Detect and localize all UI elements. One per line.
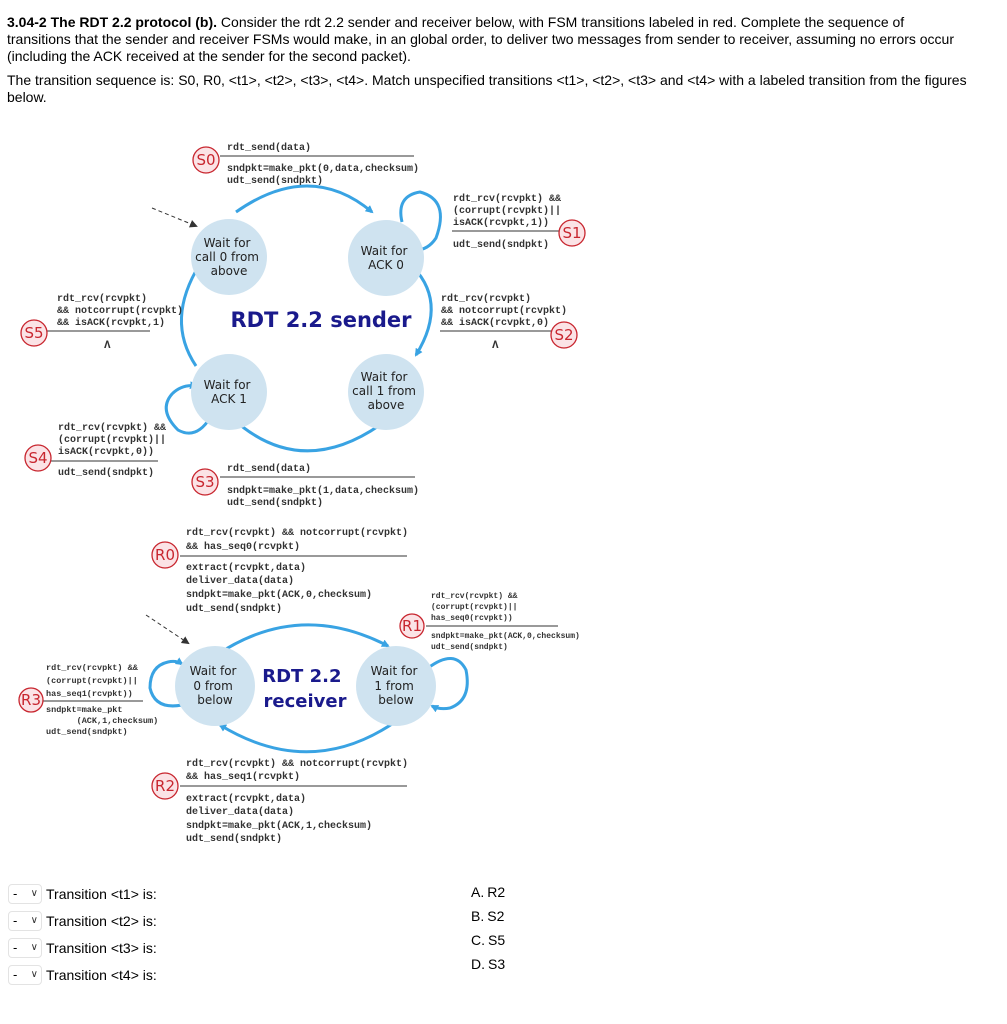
fsm-diagram: Wait for call 0 from above Wait for ACK …: [18, 142, 586, 845]
arc-r0: [217, 623, 390, 656]
sender-title: RDT 2.2 sender: [230, 308, 412, 332]
option-b: B. S2: [471, 904, 505, 928]
arc-s3: [230, 416, 381, 453]
svg-text:rdt_rcv(rcvpkt) &&(corrupt(rcv: rdt_rcv(rcvpkt) && (corrupt(rcvpkt)|| isAC…: [58, 422, 166, 458]
svg-text:rdt_rcv(rcvpkt) &&(corrupt(rcv: rdt_rcv(rcvpkt) && (corrupt(rcvpkt)|| has_…: [46, 663, 139, 699]
option-d: D. S3: [471, 952, 505, 976]
answer-select-t4[interactable]: - ∨: [8, 964, 42, 985]
arc-s5: [179, 262, 202, 367]
svg-text:sndpkt=make_pkt(ACK,0,checksum: sndpkt=make_pkt(ACK,0,checksum) udt_send(…: [431, 632, 580, 652]
answer-label-t1: Transition <t1> is:: [46, 885, 157, 902]
receiver-fsm: Wait for 0 from below Wait for 1 from be…: [18, 527, 580, 845]
select-value: -: [13, 913, 18, 928]
svg-text:udt_send(sndpkt): udt_send(sndpkt): [453, 239, 549, 251]
transition-r1: rdt_rcv(rcvpkt) && (corrupt(rcvpkt)|| has_…: [399, 592, 580, 652]
transition-s1: rdt_rcv(rcvpkt) && (corrupt(rcvpkt)|| isAC…: [452, 193, 586, 251]
receiver-title: RDT 2.2 receiver: [262, 666, 348, 712]
option-value: R2: [487, 884, 506, 900]
transition-r2: rdt_rcv(rcvpkt) && notcorrupt(rcvpkt) && …: [151, 758, 408, 845]
option-c: C. S5: [471, 928, 505, 952]
label-r3: R3: [21, 691, 41, 709]
state-wait-ack1-label: Wait for ACK 1: [204, 378, 255, 406]
state-wait-1-label: Wait for 1 from below: [371, 664, 422, 707]
transition-r0: rdt_rcv(rcvpkt) && notcorrupt(rcvpkt) && …: [151, 527, 408, 615]
answer-row-t2: - ∨ Transition <t2> is:: [8, 907, 157, 934]
svg-text:udt_send(sndpkt): udt_send(sndpkt): [58, 467, 154, 479]
svg-text:rdt_rcv(rcvpkt) &&(corrupt(rcv: rdt_rcv(rcvpkt) && (corrupt(rcvpkt)|| has_…: [431, 592, 518, 623]
option-value: S5: [488, 932, 506, 948]
initial-arrow-sender: [151, 207, 198, 228]
select-value: -: [13, 886, 18, 901]
transition-s0: S0 rdt_send(data) sndpkt=make_pkt(0,data…: [192, 142, 419, 187]
svg-text:Λ: Λ: [104, 340, 111, 352]
option-letter: B.: [471, 908, 485, 924]
svg-text:rdt_rcv(rcvpkt)&& notcorrupt(r: rdt_rcv(rcvpkt) && notcorrupt(rcvpkt) && i…: [441, 293, 567, 329]
chevron-down-icon: ∨: [30, 888, 38, 899]
option-letter: C.: [471, 932, 485, 948]
svg-text:extract(rcvpkt,data)deliver_da: extract(rcvpkt,data) deliver_data(data) sn…: [186, 793, 372, 845]
sender-fsm: Wait for call 0 from above Wait for ACK …: [20, 142, 586, 509]
label-s2: S2: [554, 326, 573, 344]
chevron-down-icon: ∨: [30, 942, 38, 953]
svg-text:extract(rcvpkt,data)deliver_da: extract(rcvpkt,data) deliver_data(data) sn…: [186, 562, 372, 615]
select-value: -: [13, 967, 18, 982]
svg-text:sndpkt=make_pkt(0,data,checksu: sndpkt=make_pkt(0,data,checksum) udt_send…: [227, 163, 419, 187]
answer-row-t3: - ∨ Transition <t3> is:: [8, 934, 157, 961]
svg-text:sndpkt=make_pkt (ACK,1,ch: sndpkt=make_pkt (ACK,1,checksum) udt_send…: [46, 705, 158, 737]
svg-text:rdt_rcv(rcvpkt) && notcorrupt(: rdt_rcv(rcvpkt) && notcorrupt(rcvpkt) && …: [186, 527, 408, 553]
svg-text:rdt_send(data): rdt_send(data): [227, 142, 311, 154]
arc-r2: [218, 720, 396, 754]
answer-select-t1[interactable]: - ∨: [8, 883, 42, 904]
chevron-down-icon: ∨: [30, 969, 38, 980]
label-s3: S3: [195, 473, 214, 491]
state-wait-0-label: Wait for 0 from below: [190, 664, 241, 707]
svg-text:rdt_send(data): rdt_send(data): [227, 463, 311, 475]
arc-s0: [235, 184, 374, 214]
option-value: S2: [487, 908, 505, 924]
transition-r3: rdt_rcv(rcvpkt) && (corrupt(rcvpkt)|| has_…: [18, 663, 158, 737]
state-wait-ack0-label: Wait for ACK 0: [361, 244, 412, 272]
label-s0: S0: [196, 151, 215, 169]
chevron-down-icon: ∨: [30, 915, 38, 926]
svg-text:sndpkt=make_pkt(1,data,checksu: sndpkt=make_pkt(1,data,checksum) udt_send…: [227, 485, 419, 509]
label-r1: R1: [402, 617, 422, 635]
answer-select-t2[interactable]: - ∨: [8, 910, 42, 931]
answer-select-t3[interactable]: - ∨: [8, 937, 42, 958]
label-r2: R2: [155, 777, 175, 795]
transition-s4: rdt_rcv(rcvpkt) && (corrupt(rcvpkt)|| isAC…: [24, 422, 166, 479]
transition-s3: S3 rdt_send(data) sndpkt=make_pkt(1,data…: [191, 463, 419, 509]
svg-text:rdt_rcv(rcvpkt) && notcorrupt(: rdt_rcv(rcvpkt) && notcorrupt(rcvpkt) && …: [186, 758, 408, 783]
svg-text:rdt_rcv(rcvpkt) &&(corrupt(rcv: rdt_rcv(rcvpkt) && (corrupt(rcvpkt)|| isAC…: [453, 193, 561, 229]
answer-label-t2: Transition <t2> is:: [46, 912, 157, 929]
initial-arrow-receiver: [145, 614, 190, 645]
option-a: A. R2: [471, 880, 505, 904]
answer-label-t3: Transition <t3> is:: [46, 939, 157, 956]
label-s4: S4: [28, 449, 47, 467]
transition-s5: rdt_rcv(rcvpkt) && notcorrupt(rcvpkt) && i…: [20, 293, 183, 352]
answer-label-t4: Transition <t4> is:: [46, 966, 157, 983]
label-s5: S5: [24, 324, 43, 342]
svg-text:rdt_rcv(rcvpkt)&& notcorrupt(r: rdt_rcv(rcvpkt) && notcorrupt(rcvpkt) && i…: [57, 293, 183, 329]
label-s1: S1: [562, 224, 581, 242]
option-letter: D.: [471, 956, 485, 972]
option-letter: A.: [471, 884, 485, 900]
option-value: S3: [488, 956, 506, 972]
select-value: -: [13, 940, 18, 955]
answer-list: - ∨ Transition <t1> is: - ∨ Transition <…: [8, 880, 157, 988]
option-list: A. R2 B. S2 C. S5 D. S3: [471, 880, 505, 976]
label-r0: R0: [155, 546, 175, 564]
transition-s2: rdt_rcv(rcvpkt) && notcorrupt(rcvpkt) && i…: [440, 293, 578, 352]
answer-row-t1: - ∨ Transition <t1> is:: [8, 880, 157, 907]
answer-row-t4: - ∨ Transition <t4> is:: [8, 961, 157, 988]
svg-text:Λ: Λ: [492, 340, 499, 352]
